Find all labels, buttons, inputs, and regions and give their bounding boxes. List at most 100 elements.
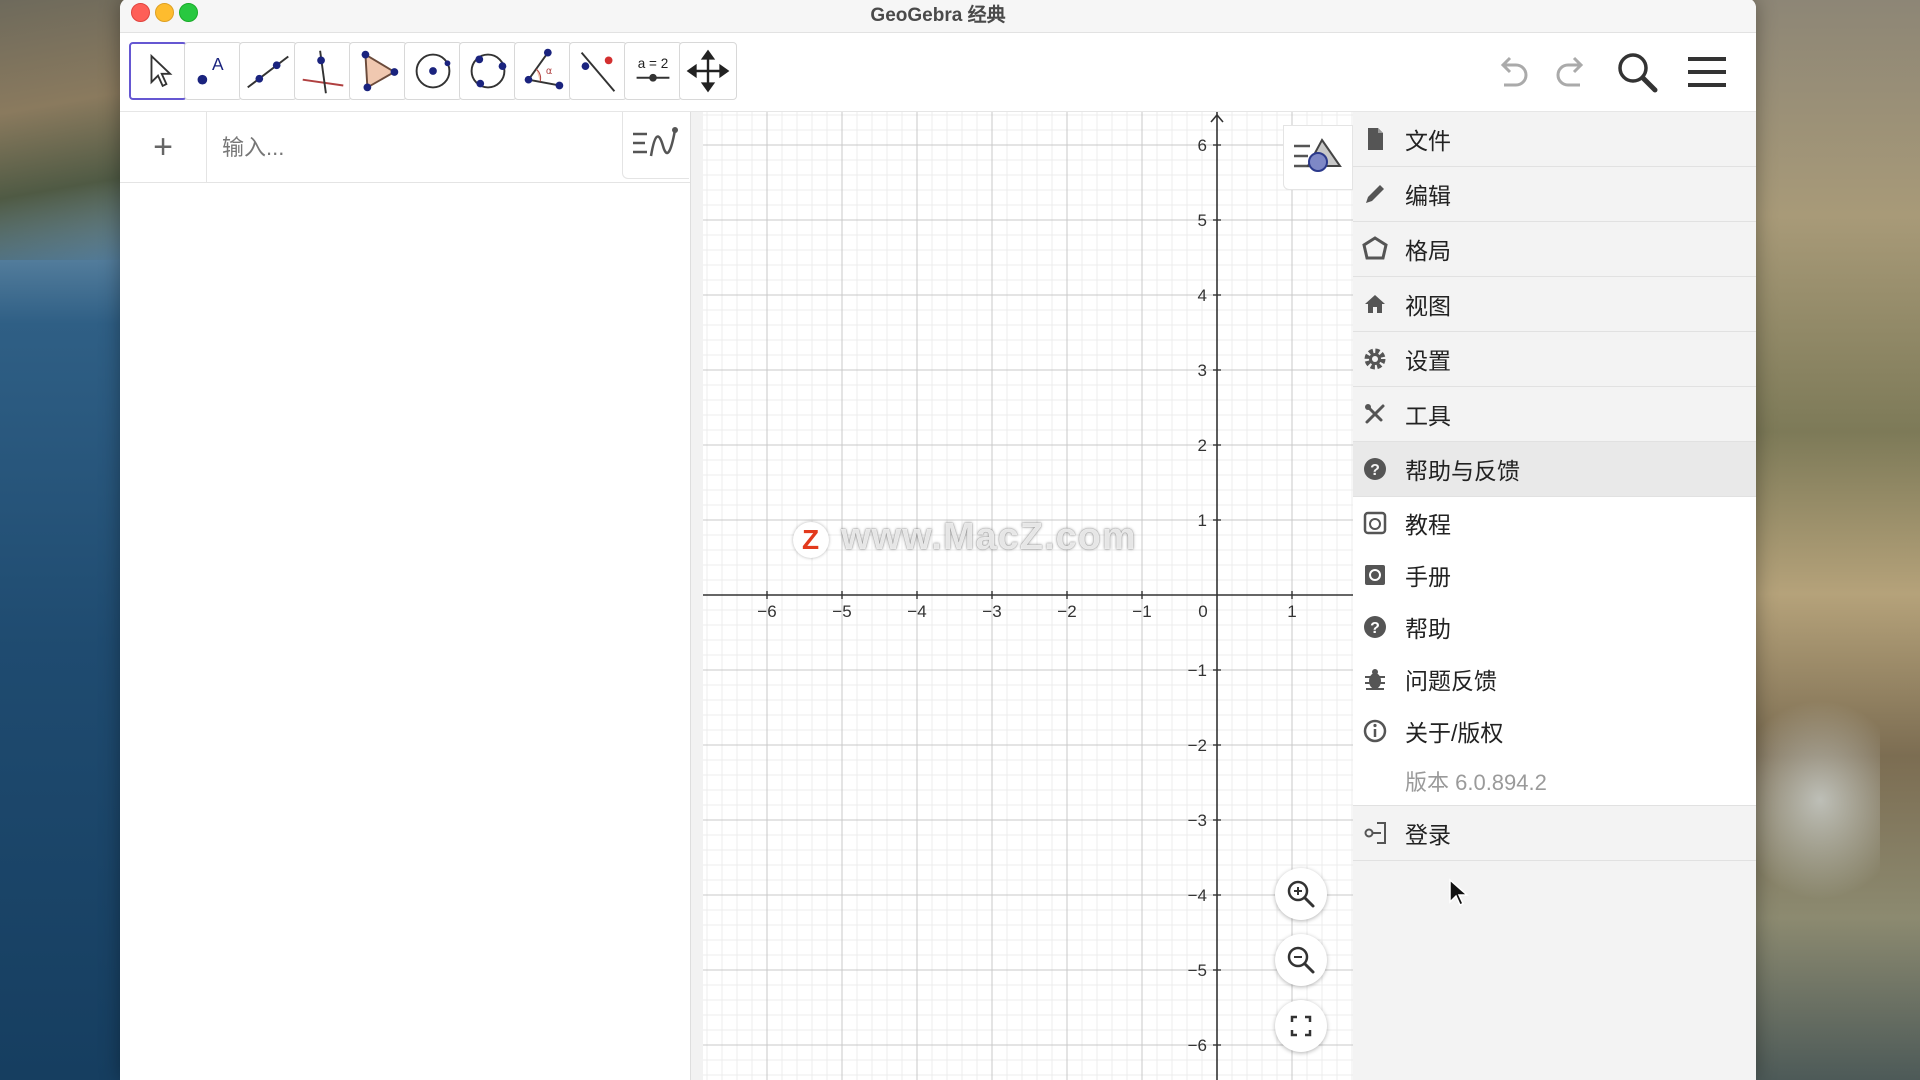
hamburger-menu-icon [1688,57,1726,87]
fullscreen-icon [1290,1015,1312,1037]
main-menu-button[interactable] [1682,47,1732,97]
coordinate-grid: −6 −5 −4 −3 −2 −1 0 1 6 5 4 3 2 1 −1 −2 −3 −4 −5 −6 [703,112,1368,1080]
home-icon [1361,290,1389,318]
help-submenu: 教程 手册 ? 帮助 问题反馈 关于/版权 版本 6.0.894.2 [1353,497,1756,806]
version-info: 版本 6.0.894.2 [1353,757,1756,806]
polygon-tool-button[interactable] [349,42,407,100]
menu-item-label: 手册 [1405,564,1451,590]
reflect-icon [580,52,616,92]
main-menu-panel: 文件 编辑 格局 视图 设置 工具 ? 帮助与反馈 教程 手册 ? 帮助 问题反… [1353,112,1756,1080]
bug-icon [1361,665,1389,693]
menu-item-file[interactable]: 文件 [1353,112,1756,167]
slider-label: a = 2 [638,56,668,71]
menu-item-label: 视图 [1405,293,1451,319]
search-button[interactable] [1612,47,1662,97]
menu-item-help[interactable]: ? 帮助 [1353,601,1756,653]
tutorial-icon [1361,509,1389,537]
point-label: A [212,54,224,74]
desktop-wallpaper-right [1740,0,1920,1080]
menu-item-help-feedback[interactable]: ? 帮助与反馈 [1353,442,1756,497]
algebra-input[interactable] [220,130,604,166]
polygon-icon [361,50,399,92]
angle-tool-button[interactable]: α [514,42,572,100]
y-tick-label: −5 [1188,961,1207,980]
info-icon [1361,717,1389,745]
desktop-wallpaper-left [0,0,140,260]
menu-item-manual[interactable]: 手册 [1353,549,1756,601]
tools-icon [1361,400,1389,428]
add-item-button[interactable]: + [120,112,207,182]
line-tool-button[interactable] [239,42,297,100]
menu-item-about[interactable]: 关于/版权 [1353,705,1756,757]
x-tick-label: −4 [907,602,926,621]
perpendicular-icon [302,50,344,94]
watermark-logo: Z [793,522,829,558]
slider-icon: a = 2 [636,56,670,82]
slider-tool-button[interactable]: a = 2 [624,42,682,100]
menu-item-label: 帮助 [1405,616,1451,642]
circle-center-icon [415,53,451,89]
menu-item-settings[interactable]: 设置 [1353,332,1756,387]
move-graphics-tool-button[interactable] [679,42,737,100]
manual-icon [1361,561,1389,589]
mouse-pointer-icon [1449,878,1469,907]
search-icon [1618,53,1658,93]
zoom-out-icon [1287,946,1315,974]
perpendicular-line-tool-button[interactable] [294,42,352,100]
y-tick-label: −6 [1188,1036,1207,1055]
x-tick-label: 1 [1287,602,1296,621]
y-tick-label: −3 [1188,811,1207,830]
redo-icon [1556,56,1584,87]
algebra-view: + [120,112,691,1080]
menu-item-label: 关于/版权 [1405,720,1504,746]
svg-text:?: ? [1370,620,1380,637]
algebra-style-button[interactable] [622,112,689,179]
x-tick-label: 0 [1198,602,1207,621]
zoom-in-button[interactable] [1275,868,1327,920]
view-divider[interactable] [690,112,704,1080]
move-tool-button[interactable] [129,42,187,100]
x-tick-label: −5 [832,602,851,621]
pencil-icon [1361,180,1389,208]
svg-text:?: ? [1370,462,1380,479]
menu-item-label: 编辑 [1405,183,1451,209]
fullscreen-button[interactable] [1275,1000,1327,1052]
menu-item-report-problem[interactable]: 问题反馈 [1353,653,1756,705]
zoom-out-button[interactable] [1275,934,1327,986]
y-tick-label: −2 [1188,736,1207,755]
geogebra-window: GeoGebra 经典 A α a = 2 + 输入... −6 −5 −4 −… [120,0,1756,1080]
watermark-text: www.MacZ.com [841,516,1137,558]
undo-icon [1500,56,1528,87]
algebra-view-style-icon [633,127,678,157]
y-tick-label: −4 [1188,886,1207,905]
x-tick-label: −1 [1132,602,1151,621]
menu-item-login[interactable]: 登录 [1353,806,1756,861]
file-icon [1361,125,1389,153]
perspective-icon [1361,235,1389,263]
zoom-in-icon [1287,880,1315,908]
y-tick-label: 4 [1198,286,1207,305]
circle-center-tool-button[interactable] [404,42,462,100]
point-tool-button[interactable]: A [184,42,242,100]
menu-item-label: 工具 [1405,403,1451,429]
reflect-tool-button[interactable] [569,42,627,100]
x-tick-label: −3 [982,602,1001,621]
graphics-view[interactable]: −6 −5 −4 −3 −2 −1 0 1 6 5 4 3 2 1 −1 −2 −3 −4 −5 −6 [703,112,1368,1080]
y-tick-label: 6 [1198,136,1207,155]
circle-three-points-tool-button[interactable] [459,42,517,100]
menu-item-tools[interactable]: 工具 [1353,387,1756,442]
graphics-style-button[interactable] [1283,125,1353,190]
cursor-arrow-icon [150,53,173,88]
redo-button[interactable] [1544,47,1594,97]
x-tick-label: −2 [1057,602,1076,621]
undo-button[interactable] [1490,47,1540,97]
menu-item-perspectives[interactable]: 格局 [1353,222,1756,277]
y-tick-label: 5 [1198,211,1207,230]
y-tick-label: 1 [1198,511,1207,530]
sign-in-icon [1361,819,1389,847]
menu-item-view[interactable]: 视图 [1353,277,1756,332]
menu-item-tutorials[interactable]: 教程 [1353,497,1756,549]
menu-item-edit[interactable]: 编辑 [1353,167,1756,222]
circle-three-points-icon [470,53,507,89]
window-title: GeoGebra 经典 [870,5,1006,26]
